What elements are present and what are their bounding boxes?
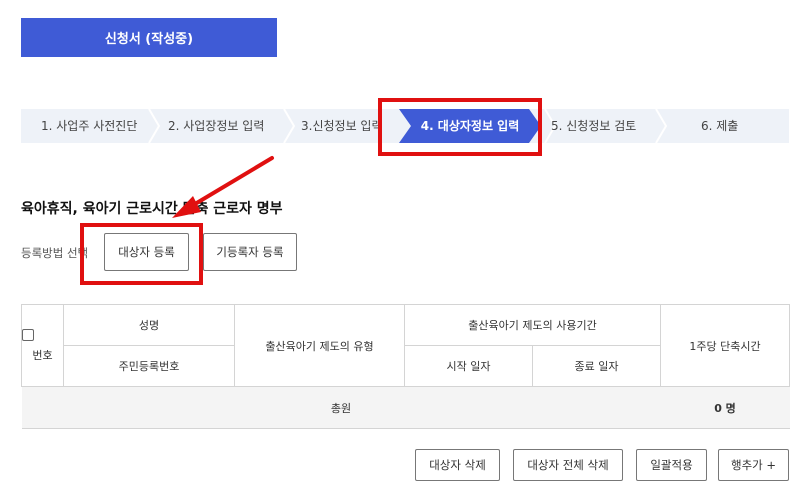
annotation-arrow-icon xyxy=(172,156,274,218)
